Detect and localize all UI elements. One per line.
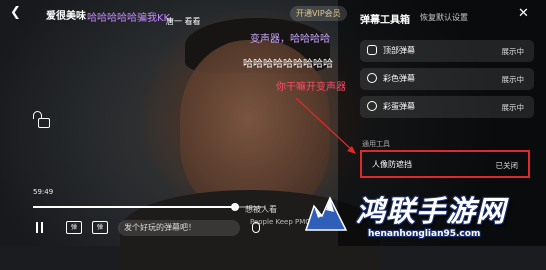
watermark-text: 鸿联手游网 bbox=[356, 194, 507, 228]
watermark-logo-icon bbox=[304, 196, 348, 231]
watermark: 鸿联手游网 henanhonglian95.com bbox=[300, 186, 546, 246]
watermark-url: henanhonglian95.com bbox=[368, 229, 481, 239]
